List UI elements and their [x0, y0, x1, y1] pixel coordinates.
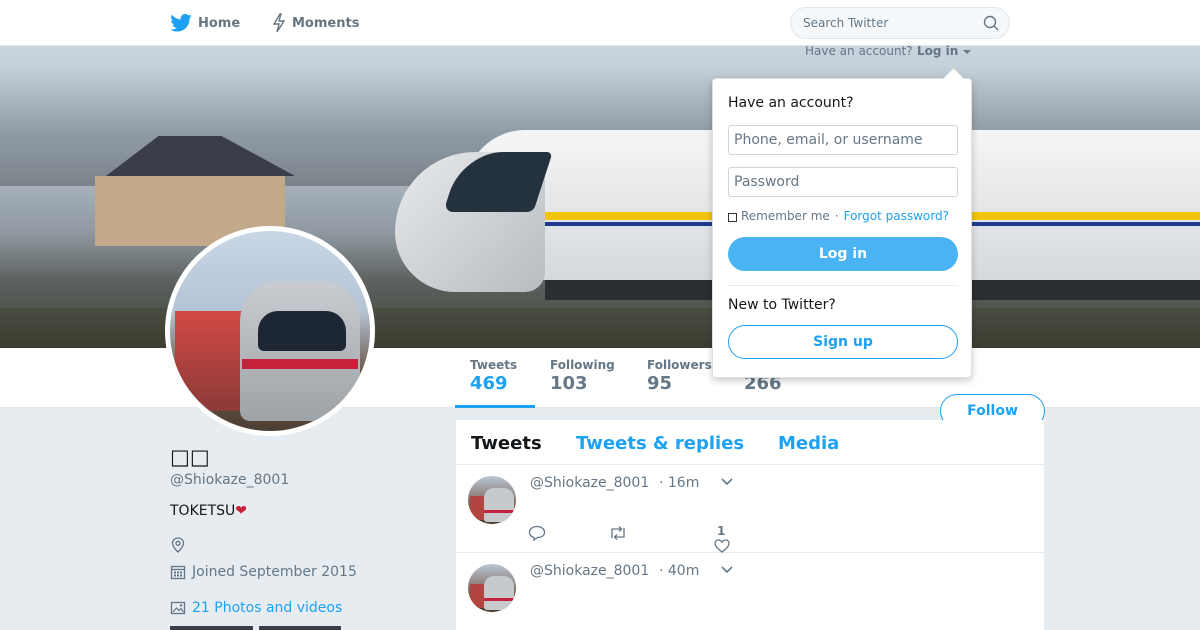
remember-me-checkbox[interactable] [728, 212, 737, 222]
password-field[interactable] [728, 167, 958, 197]
photo-thumbnails [170, 626, 431, 630]
timeline-tabs: Tweets Tweets & replies Media [456, 420, 1044, 465]
account-prompt: Have an account? [805, 44, 913, 58]
nav-moments-label: Moments [292, 15, 360, 31]
heart-emoji: ❤ [235, 503, 248, 519]
retweet-icon[interactable] [608, 525, 628, 541]
tweet-avatar[interactable] [468, 564, 516, 612]
active-stat-underline [455, 405, 535, 408]
location-row [170, 537, 186, 557]
search-input[interactable] [791, 8, 981, 38]
tweet-avatar[interactable] [468, 476, 516, 524]
tweet-item[interactable]: @Shiokaze_8001 · 40m [456, 553, 1044, 630]
search-icon[interactable] [983, 15, 999, 31]
photo-thumbnail[interactable] [258, 626, 342, 630]
location-pin-icon [171, 537, 185, 553]
remember-row: Remember me · Forgot password? [728, 209, 949, 223]
profile-name[interactable]: □□ [170, 445, 210, 469]
tweet-handle[interactable]: @Shiokaze_8001 [530, 475, 649, 491]
profile-bio: TOKETSU❤ [170, 503, 248, 519]
top-nav: Home Moments [0, 0, 1200, 46]
twitter-bird-icon [170, 14, 192, 32]
calendar-icon [170, 565, 186, 580]
reply-icon[interactable] [528, 525, 546, 541]
signup-button[interactable]: Sign up [728, 325, 958, 359]
photos-videos-link[interactable]: 21 Photos and videos [170, 600, 342, 616]
nav-home-label: Home [198, 15, 241, 31]
profile-avatar[interactable] [165, 226, 375, 436]
username-field[interactable] [728, 125, 958, 155]
tweet-time[interactable]: · 40m [659, 563, 699, 579]
separator-dot: · [834, 209, 839, 223]
image-icon [170, 601, 186, 615]
login-dropdown-title: Have an account? [728, 95, 854, 111]
search-box [790, 7, 1010, 39]
photo-thumbnail[interactable] [347, 626, 431, 630]
photos-videos-label: 21 Photos and videos [192, 600, 343, 616]
stat-followers[interactable]: Followers 95 [647, 358, 712, 394]
tab-tweets-replies[interactable]: Tweets & replies [576, 433, 744, 454]
remember-me-label[interactable]: Remember me [741, 209, 830, 223]
profile-handle[interactable]: @Shiokaze_8001 [170, 472, 289, 488]
tab-media[interactable]: Media [778, 433, 839, 454]
chevron-down-icon[interactable] [720, 477, 734, 487]
nav-moments[interactable]: Moments [272, 12, 359, 34]
forgot-password-link[interactable]: Forgot password? [844, 209, 949, 223]
caret-down-icon [962, 50, 971, 54]
lightning-icon [272, 13, 286, 33]
tab-tweets[interactable]: Tweets [471, 433, 542, 454]
tweet-item[interactable]: @Shiokaze_8001 · 16m 1 [456, 465, 1044, 553]
login-dropdown: Have an account? Remember me · Forgot pa… [712, 78, 972, 378]
login-dropdown-toggle[interactable]: Log in [917, 44, 971, 58]
timeline: Tweets Tweets & replies Media @Shiokaze_… [456, 420, 1044, 630]
stat-tweets[interactable]: Tweets 469 [470, 358, 517, 394]
joined-row: Joined September 2015 [170, 564, 357, 580]
login-button[interactable]: Log in [728, 237, 958, 271]
stat-following[interactable]: Following 103 [550, 358, 615, 394]
divider [728, 285, 958, 286]
like-count: 1 [717, 524, 726, 538]
nav-home[interactable]: Home [170, 12, 240, 34]
joined-label: Joined September 2015 [192, 564, 357, 580]
photo-thumbnail[interactable] [170, 626, 253, 630]
heart-icon[interactable] [714, 539, 730, 553]
tweet-time[interactable]: · 16m [659, 475, 699, 491]
chevron-down-icon[interactable] [720, 565, 734, 575]
tweet-handle[interactable]: @Shiokaze_8001 [530, 563, 649, 579]
new-to-twitter-label: New to Twitter? [728, 297, 836, 313]
